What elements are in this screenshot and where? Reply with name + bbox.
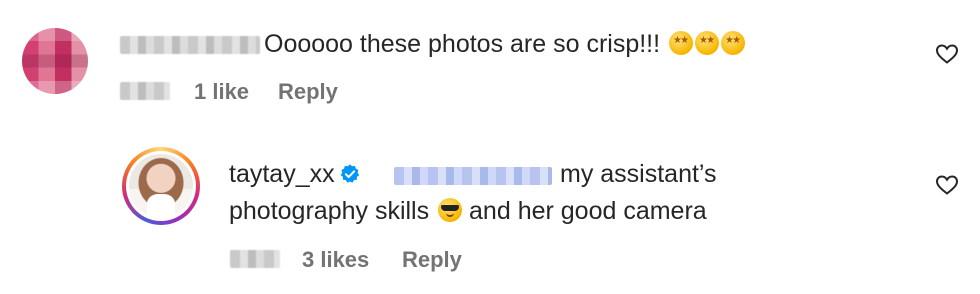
star-struck-emoji-icon <box>695 31 720 55</box>
commenter-avatar-blurred[interactable] <box>22 28 88 94</box>
reply-body-line2: photography skills and her good camera <box>229 197 707 226</box>
verified-badge-icon <box>340 164 359 183</box>
like-heart-icon[interactable] <box>934 42 960 66</box>
reply-timestamp-blurred <box>230 250 280 268</box>
like-heart-icon[interactable] <box>934 173 960 197</box>
reply-body-line1: taytay_xx <box>229 160 361 189</box>
reply-text-line2-prefix: photography skills <box>229 197 430 225</box>
commenter-username-blurred[interactable] <box>120 36 260 54</box>
reply-author-avatar[interactable] <box>122 147 200 225</box>
reply-like-count[interactable]: 3 likes <box>302 247 369 273</box>
mentioned-user-blurred[interactable] <box>394 167 552 185</box>
comment-body: Oooooo these photos are so crisp!!! <box>264 30 746 59</box>
profile-photo <box>129 154 193 218</box>
star-struck-emoji-icon <box>721 31 746 55</box>
comment-reply-button[interactable]: Reply <box>278 79 338 105</box>
reply-reply-button[interactable]: Reply <box>402 247 462 273</box>
reply-username[interactable]: taytay_xx <box>229 160 335 188</box>
reply-text-line2-suffix: and her good camera <box>469 197 707 225</box>
star-struck-emoji-icon <box>669 31 694 55</box>
sunglasses-emoji-icon <box>438 198 463 222</box>
comment-timestamp-blurred <box>120 82 170 100</box>
comment-text: Oooooo these photos are so crisp!!! <box>264 30 661 58</box>
comment-like-count[interactable]: 1 like <box>194 79 249 105</box>
reply-text-line1: my assistant’s <box>560 160 717 188</box>
